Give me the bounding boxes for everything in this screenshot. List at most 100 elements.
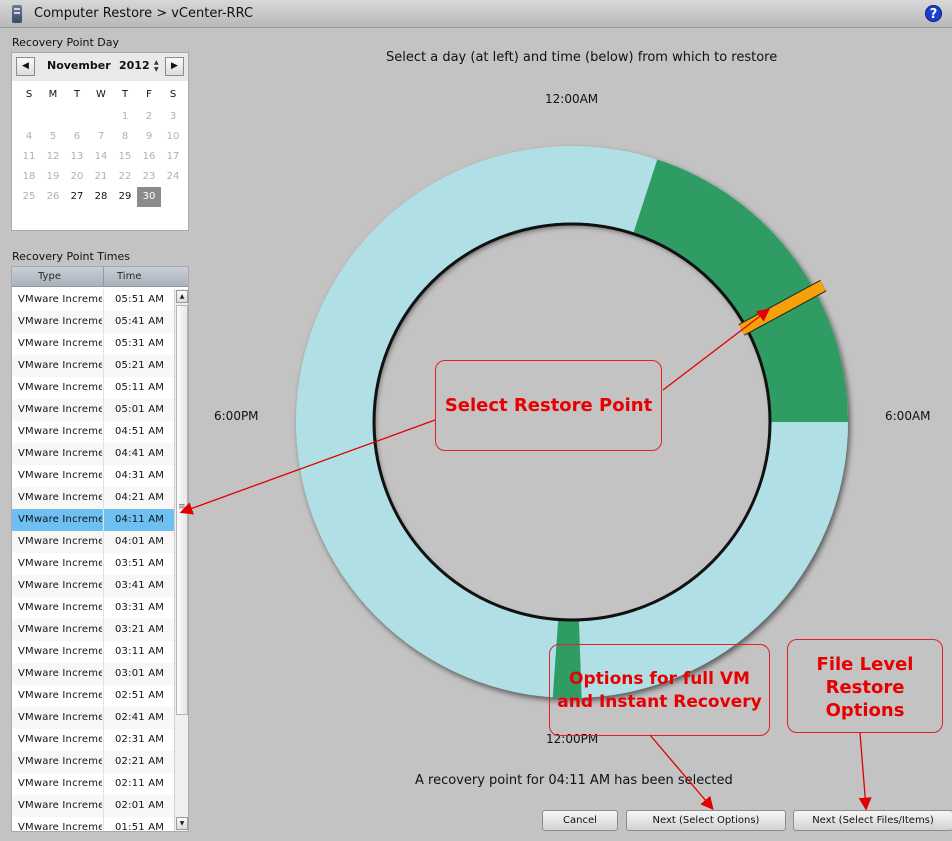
weekday-header: F — [146, 89, 152, 100]
row-time: 03:31 AM — [115, 602, 165, 613]
table-row[interactable]: VMware Incremental 03:11 AM — [12, 641, 174, 663]
row-type: VMware Incremental — [18, 646, 102, 657]
table-row[interactable]: VMware Incremental 02:01 AM — [12, 795, 174, 817]
calendar-day: 26 — [46, 191, 60, 202]
scroll-down-icon[interactable]: ▼ — [176, 817, 188, 830]
table-row[interactable]: VMware Incremental 02:21 AM — [12, 751, 174, 773]
prev-month-button[interactable]: ◀ — [16, 57, 35, 76]
next-select-options-button[interactable]: Next (Select Options) — [626, 810, 786, 831]
table-row[interactable]: VMware Incremental 05:21 AM — [12, 355, 174, 377]
table-row[interactable]: VMware Incremental 03:21 AM — [12, 619, 174, 641]
row-type: VMware Incremental — [18, 580, 102, 591]
table-row[interactable]: VMware Incremental 04:31 AM — [12, 465, 174, 487]
row-type: VMware Incremental — [18, 470, 102, 481]
row-time: 05:51 AM — [115, 294, 165, 305]
row-type: VMware Incremental — [18, 382, 102, 393]
table-row[interactable]: VMware Incremental 05:01 AM — [12, 399, 174, 421]
row-time: 03:11 AM — [115, 646, 165, 657]
table-row[interactable]: VMware Incremental 01:51 AM — [12, 817, 174, 832]
row-time: 02:21 AM — [115, 756, 165, 767]
ring-recovery-window-morning[interactable] — [633, 159, 848, 422]
row-type: VMware Incremental — [18, 492, 102, 503]
row-time: 02:41 AM — [115, 712, 165, 723]
clock-label-left: 6:00PM — [214, 409, 259, 423]
selected-point-marker-outline — [738, 279, 827, 336]
calendar-day: 8 — [121, 131, 129, 142]
clock-label-right: 6:00AM — [885, 409, 931, 423]
row-type: VMware Incremental — [18, 360, 102, 371]
calendar-day: 22 — [118, 171, 132, 182]
calendar-day[interactable]: 29 — [113, 187, 137, 207]
instruction-text: Select a day (at left) and time (below) … — [386, 50, 778, 65]
row-time: 04:31 AM — [115, 470, 165, 481]
row-type: VMware Incremental — [18, 624, 102, 635]
table-row[interactable]: VMware Incremental 02:41 AM — [12, 707, 174, 729]
table-row[interactable]: VMware Incremental 02:31 AM — [12, 729, 174, 751]
row-type: VMware Incremental — [18, 514, 102, 525]
table-row[interactable]: VMware Incremental 04:41 AM — [12, 443, 174, 465]
table-row[interactable]: VMware Incremental 05:11 AM — [12, 377, 174, 399]
weekday-header: T — [121, 89, 129, 100]
callout-select-restore-point: Select Restore Point — [435, 360, 662, 451]
row-time: 02:31 AM — [115, 734, 165, 745]
table-row[interactable]: VMware Incremental 05:51 AM — [12, 289, 174, 311]
table-row[interactable]: VMware Incremental 03:01 AM — [12, 663, 174, 685]
table-row[interactable]: VMware Incremental 03:31 AM — [12, 597, 174, 619]
row-type: VMware Incremental — [18, 558, 102, 569]
times-table-body: VMware Incremental05:51 AMVMware Increme… — [12, 289, 174, 832]
calendar-day: 9 — [145, 131, 153, 142]
calendar-year[interactable]: 2012 — [119, 59, 150, 72]
table-row[interactable]: VMware Incremental 03:51 AM — [12, 553, 174, 575]
calendar-day: 17 — [166, 151, 180, 162]
scroll-thumb[interactable] — [176, 305, 188, 715]
year-spinner-icon[interactable]: ▲ ▼ — [154, 59, 159, 73]
row-type: VMware Incremental — [18, 734, 102, 745]
calendar-day — [65, 107, 89, 127]
arrow-to-options-button — [649, 734, 714, 810]
table-row[interactable]: VMware Incremental 05:31 AM — [12, 333, 174, 355]
row-time: 02:01 AM — [115, 800, 165, 811]
row-type: VMware Incremental — [18, 404, 102, 415]
help-icon[interactable]: ? — [925, 5, 942, 22]
row-time: 05:41 AM — [115, 316, 165, 327]
calendar-day — [17, 107, 41, 127]
calendar-day[interactable]: 28 — [89, 187, 113, 207]
row-type: VMware Incremental — [18, 602, 102, 613]
next-month-button[interactable]: ▶ — [165, 57, 184, 76]
arrow-to-list — [179, 419, 436, 515]
column-header-time[interactable]: Time — [117, 271, 141, 282]
calendar-day: 19 — [46, 171, 60, 182]
table-row[interactable]: VMware Incremental 04:21 AM — [12, 487, 174, 509]
selection-status: A recovery point for 04:11 AM has been s… — [415, 773, 733, 788]
times-scrollbar[interactable]: ▲ ▼ — [174, 289, 188, 831]
calendar-day: 24 — [166, 171, 180, 182]
calendar-day[interactable]: 30 — [137, 187, 161, 207]
table-row[interactable]: VMware Incremental 05:41 AM — [12, 311, 174, 333]
scroll-up-icon[interactable]: ▲ — [176, 290, 188, 303]
calendar-day: 3 — [169, 111, 177, 122]
table-row[interactable]: VMware Incremental 03:41 AM — [12, 575, 174, 597]
row-time: 04:21 AM — [115, 492, 165, 503]
arrow-to-files-button — [858, 732, 872, 811]
selected-point-marker[interactable] — [738, 280, 826, 335]
cancel-button[interactable]: Cancel — [542, 810, 618, 831]
table-row[interactable]: VMware Incremental 04:51 AM — [12, 421, 174, 443]
row-type: VMware Incremental — [18, 690, 102, 701]
calendar-day — [41, 107, 65, 127]
table-row[interactable]: VMware Incremental 04:01 AM — [12, 531, 174, 553]
column-header-type[interactable]: Type — [38, 271, 61, 282]
computer-icon — [12, 5, 22, 23]
row-type: VMware Incremental — [18, 800, 102, 811]
calendar-month[interactable]: November — [47, 59, 111, 72]
table-row[interactable]: VMware Incremental 02:11 AM — [12, 773, 174, 795]
calendar-day[interactable]: 27 — [65, 187, 89, 207]
calendar-day: 6 — [73, 131, 81, 142]
row-time: 03:51 AM — [115, 558, 165, 569]
row-time: 04:41 AM — [115, 448, 165, 459]
next-select-files-button[interactable]: Next (Select Files/Items) — [793, 810, 952, 831]
table-row[interactable]: VMware Incremental 04:11 AM — [12, 509, 174, 531]
calendar-day: 2 — [145, 111, 153, 122]
row-type: VMware Incremental — [18, 822, 102, 832]
table-row[interactable]: VMware Incremental 02:51 AM — [12, 685, 174, 707]
calendar-day: 21 — [94, 171, 108, 182]
